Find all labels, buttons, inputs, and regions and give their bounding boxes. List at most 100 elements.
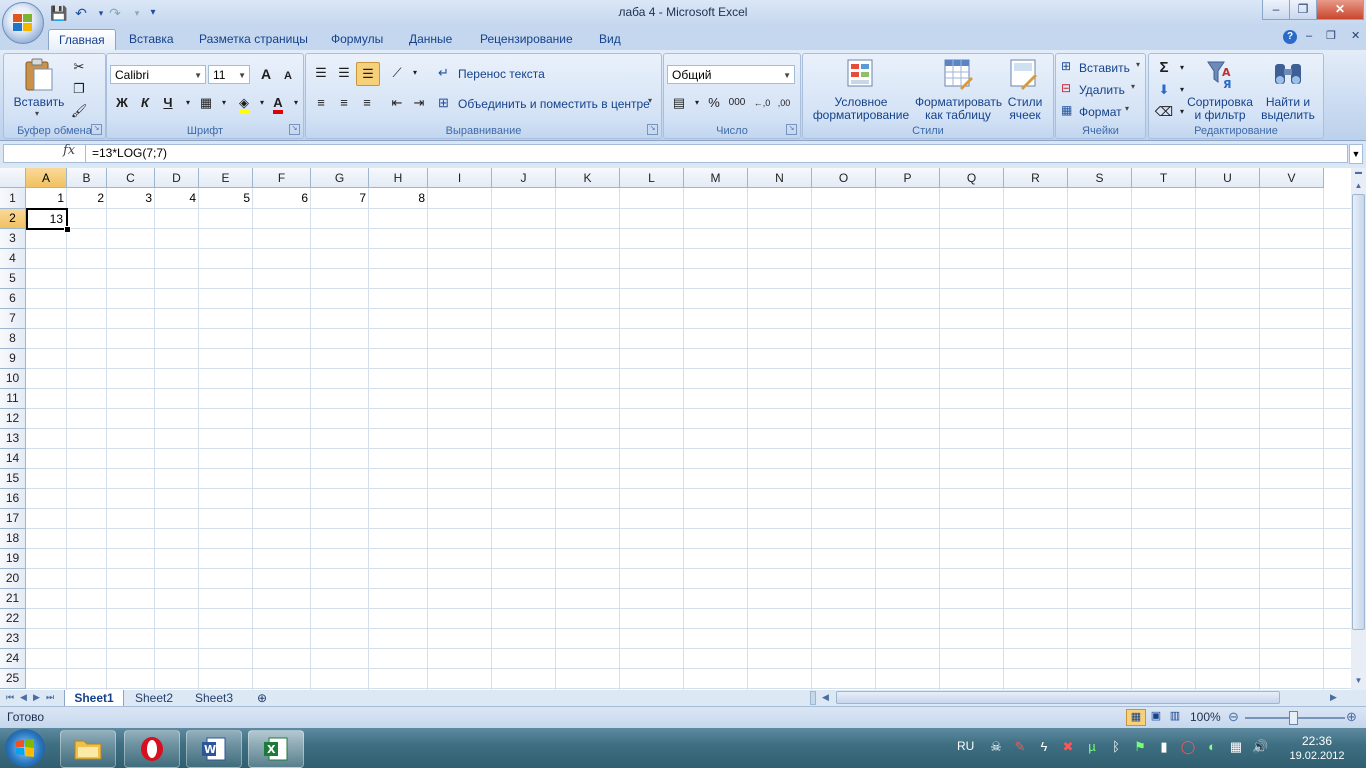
- orientation-dropdown-icon[interactable]: ▾: [404, 62, 426, 84]
- row-header-7[interactable]: 7: [0, 309, 26, 329]
- merge-center-button[interactable]: ⊞ Объединить и поместить в центре ▾: [438, 94, 658, 114]
- cell-f1[interactable]: 6: [253, 188, 311, 209]
- underline-button[interactable]: Ч: [157, 92, 179, 114]
- row-header-15[interactable]: 15: [0, 469, 26, 489]
- tray-network-error-icon[interactable]: ✖: [1060, 739, 1076, 755]
- conditional-formatting-button[interactable]: Условное форматирование: [806, 56, 916, 122]
- insert-cells-button[interactable]: ⊞ Вставить ▾: [1061, 59, 1141, 77]
- zoom-level[interactable]: 100%: [1190, 710, 1221, 724]
- bluetooth-icon[interactable]: ᛒ: [1108, 739, 1124, 755]
- row-header-12[interactable]: 12: [0, 409, 26, 429]
- row-header-21[interactable]: 21: [0, 589, 26, 609]
- column-header-p[interactable]: P: [876, 168, 940, 188]
- last-sheet-icon[interactable]: ⏭: [46, 692, 54, 703]
- scroll-up-icon[interactable]: ▲: [1352, 179, 1365, 193]
- align-left-icon[interactable]: ≡: [310, 92, 332, 114]
- align-bottom-icon[interactable]: ☰: [356, 62, 380, 86]
- align-right-icon[interactable]: ≡: [356, 92, 378, 114]
- align-top-icon[interactable]: ☰: [310, 62, 332, 84]
- cell-a2[interactable]: 13: [26, 208, 68, 230]
- vertical-scroll-thumb[interactable]: [1352, 194, 1365, 630]
- tab-insert[interactable]: Вставка: [119, 29, 184, 49]
- row-header-17[interactable]: 17: [0, 509, 26, 529]
- row-header-24[interactable]: 24: [0, 649, 26, 669]
- delete-cells-button[interactable]: ⊟ Удалить ▾: [1061, 81, 1141, 99]
- tab-split-handle[interactable]: [810, 691, 816, 705]
- cell-a1[interactable]: 1: [26, 188, 67, 209]
- percent-button[interactable]: %: [703, 92, 725, 114]
- find-select-button[interactable]: Найти и выделить: [1255, 56, 1321, 122]
- minimize-button[interactable]: –: [1262, 0, 1290, 20]
- first-sheet-icon[interactable]: ⏮: [6, 692, 14, 703]
- row-header-19[interactable]: 19: [0, 549, 26, 569]
- row-header-11[interactable]: 11: [0, 389, 26, 409]
- opera-taskbar-button[interactable]: [124, 730, 180, 768]
- expand-formula-bar-icon[interactable]: ▼: [1349, 144, 1363, 164]
- nvidia-icon[interactable]: ◐: [1204, 739, 1220, 755]
- column-header-v[interactable]: V: [1260, 168, 1324, 188]
- zoom-in-icon[interactable]: ⊕: [1346, 709, 1357, 725]
- tray-app-icon[interactable]: ☠: [988, 739, 1004, 755]
- safely-remove-icon[interactable]: ▮: [1156, 739, 1172, 755]
- column-header-d[interactable]: D: [155, 168, 199, 188]
- tray-opera-icon[interactable]: ◯: [1180, 739, 1196, 755]
- sheet-tab-sheet3[interactable]: Sheet3: [186, 690, 242, 706]
- column-header-r[interactable]: R: [1004, 168, 1068, 188]
- row-header-1[interactable]: 1: [0, 188, 26, 209]
- volume-icon[interactable]: 🔊: [1252, 739, 1268, 755]
- row-header-2[interactable]: 2: [0, 209, 26, 229]
- align-center-icon[interactable]: ≡: [333, 92, 355, 114]
- office-button[interactable]: [2, 2, 44, 44]
- row-header-6[interactable]: 6: [0, 289, 26, 309]
- borders-dropdown-icon[interactable]: ▾: [213, 92, 235, 114]
- decrease-decimal-button[interactable]: ,00: [773, 92, 795, 114]
- row-header-13[interactable]: 13: [0, 429, 26, 449]
- help-icon[interactable]: ?: [1283, 30, 1297, 44]
- split-box-icon[interactable]: ▬: [1353, 169, 1364, 178]
- page-layout-view-icon[interactable]: ▣: [1147, 709, 1165, 724]
- scroll-left-icon[interactable]: ◀: [822, 692, 829, 703]
- scroll-down-icon[interactable]: ▼: [1352, 674, 1365, 688]
- workbook-restore-icon[interactable]: ❐: [1326, 29, 1336, 42]
- clock-time[interactable]: 22:36: [1282, 734, 1352, 748]
- sort-filter-button[interactable]: А Я Сортировка и фильтр: [1187, 56, 1253, 122]
- font-launcher-icon[interactable]: ↘: [289, 124, 300, 135]
- clock-date[interactable]: 19.02.2012: [1282, 750, 1352, 762]
- excel-taskbar-button[interactable]: X: [248, 730, 304, 768]
- font-name-combo[interactable]: Calibri ▼: [110, 65, 206, 84]
- horizontal-scroll-thumb[interactable]: [836, 691, 1280, 704]
- workbook-minimize-icon[interactable]: –: [1306, 30, 1312, 42]
- cell-h1[interactable]: 8: [369, 188, 428, 209]
- tab-page-layout[interactable]: Разметка страницы: [189, 29, 318, 49]
- column-header-h[interactable]: H: [369, 168, 428, 188]
- tab-home[interactable]: Главная: [48, 29, 116, 50]
- row-header-8[interactable]: 8: [0, 329, 26, 349]
- formula-input[interactable]: =13*LOG(7;7): [85, 144, 1348, 163]
- name-box[interactable]: [3, 144, 88, 163]
- font-color-dropdown-icon[interactable]: ▾: [285, 92, 307, 114]
- row-header-22[interactable]: 22: [0, 609, 26, 629]
- column-header-a[interactable]: A: [26, 168, 67, 188]
- cell-g1[interactable]: 7: [311, 188, 369, 209]
- cell-c1[interactable]: 3: [107, 188, 155, 209]
- font-size-combo[interactable]: 11 ▼: [208, 65, 250, 84]
- cell-b1[interactable]: 2: [67, 188, 107, 209]
- tray-flag-icon[interactable]: ⚑: [1132, 739, 1148, 755]
- bold-button[interactable]: Ж: [111, 92, 133, 114]
- row-header-23[interactable]: 23: [0, 629, 26, 649]
- row-header-18[interactable]: 18: [0, 529, 26, 549]
- column-header-t[interactable]: T: [1132, 168, 1196, 188]
- tab-data[interactable]: Данные: [399, 29, 462, 49]
- column-header-q[interactable]: Q: [940, 168, 1004, 188]
- row-header-5[interactable]: 5: [0, 269, 26, 289]
- scroll-right-icon[interactable]: ▶: [1330, 692, 1337, 703]
- align-middle-icon[interactable]: ☰: [333, 62, 355, 84]
- column-header-c[interactable]: C: [107, 168, 155, 188]
- format-as-table-button[interactable]: Форматировать как таблицу: [915, 56, 1002, 122]
- increase-decimal-button[interactable]: ←,0: [751, 92, 773, 114]
- column-header-f[interactable]: F: [253, 168, 311, 188]
- page-break-view-icon[interactable]: ▥: [1166, 709, 1184, 724]
- row-header-14[interactable]: 14: [0, 449, 26, 469]
- close-button[interactable]: ✕: [1316, 0, 1364, 20]
- fill-handle[interactable]: [64, 226, 71, 233]
